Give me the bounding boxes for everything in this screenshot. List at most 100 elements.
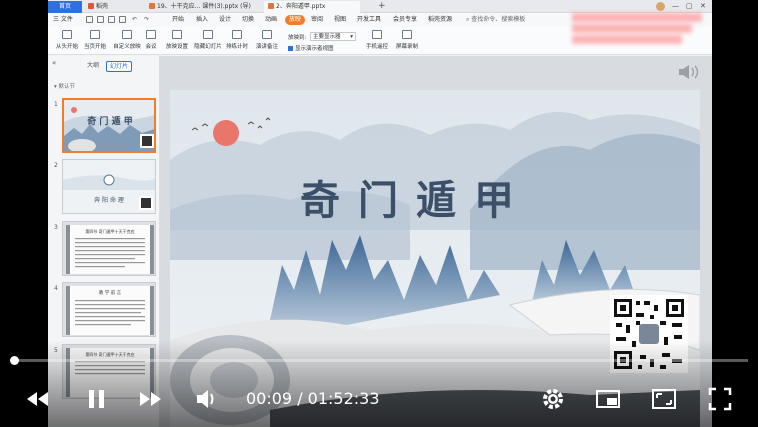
menu-transition[interactable]: 切换 — [242, 14, 254, 26]
slide-1-preview: 奇 门 遁 甲 — [64, 100, 154, 151]
presenter-view-checkbox[interactable]: 显示演示者视图 — [288, 44, 334, 52]
slide-thumbnail-3[interactable]: 第四节 奇门遁甲十天干克应 — [62, 221, 156, 276]
tab-outline[interactable]: 大纲 — [84, 61, 102, 70]
tab-home[interactable]: 首页 — [48, 1, 82, 13]
settings-small-icon — [172, 30, 182, 39]
slide-thumbnail-4[interactable]: 教 学 前 言 — [62, 282, 156, 337]
theater-icon — [652, 389, 676, 409]
tab-courseware-19-label: 19、十干克应... 课件(3).pptx (导) — [157, 3, 251, 10]
menu-design[interactable]: 设计 — [219, 14, 231, 26]
play-icon — [62, 30, 72, 39]
theater-mode-button[interactable] — [651, 386, 677, 412]
volume-icon — [197, 390, 214, 408]
maximize-icon[interactable]: ▢ — [686, 0, 693, 12]
monitor-select-value: 主要显示器 — [313, 34, 341, 40]
menu-daoke-resources[interactable]: 稻壳资源 — [428, 14, 452, 26]
menu-developer[interactable]: 开发工具 — [357, 14, 381, 26]
daoke-logo-icon — [88, 3, 94, 9]
menu-animation[interactable]: 动画 — [265, 14, 277, 26]
preview-icon[interactable] — [119, 16, 126, 23]
file-menu[interactable]: 三 文件 — [53, 14, 73, 26]
slide-2-title: 奔 阳 命 理 — [94, 196, 124, 204]
slide-3-preview: 第四节 奇门遁甲十天干克应 — [63, 222, 155, 275]
miniplayer-icon — [596, 390, 620, 408]
slide-title[interactable]: 奇门遁甲 — [300, 168, 590, 226]
seek-bar[interactable] — [10, 356, 748, 365]
volume-button[interactable] — [194, 386, 220, 412]
slide-3-title: 第四节 奇门遁甲十天干克应 — [85, 228, 134, 234]
pptx-file-icon — [268, 3, 274, 9]
forward-icon — [140, 392, 161, 406]
open-icon[interactable] — [97, 16, 104, 23]
seek-bar-knob[interactable] — [10, 356, 19, 365]
speaker-notes-button[interactable]: 演讲备注 — [250, 30, 284, 50]
redo-icon[interactable]: ↷ — [144, 14, 149, 26]
slide-2-preview: 奔 阳 命 理 — [63, 160, 155, 213]
save-icon[interactable] — [86, 16, 93, 23]
title-bar: 首页 稻壳 19、十干克应... 课件(3).pptx (导) 2、奔阳遁甲.p… — [48, 0, 712, 13]
close-icon[interactable]: ✕ — [700, 0, 706, 12]
search-icon: ⌕ — [466, 16, 470, 23]
menu-member[interactable]: 会员专享 — [393, 14, 417, 26]
phone-remote-button[interactable]: 手机遥控 — [360, 30, 394, 50]
pause-icon — [89, 390, 104, 408]
start-from-current-label: 当页开始 — [83, 44, 106, 50]
menu-slideshow[interactable]: 放映 — [285, 15, 306, 25]
menu-review[interactable]: 审阅 — [311, 14, 323, 26]
rewind-icon — [27, 392, 48, 406]
menu-insert[interactable]: 插入 — [196, 14, 208, 26]
time-separator: / — [292, 389, 308, 408]
screen-record-button[interactable]: 屏幕录制 — [390, 30, 424, 50]
player-controls-shade — [0, 340, 758, 427]
minimize-icon[interactable]: — — [672, 0, 679, 12]
blurred-watermark — [572, 24, 692, 33]
slide-1-title: 奇 门 遁 甲 — [87, 115, 132, 127]
slide-number: 3 — [54, 224, 58, 231]
current-time: 00:09 — [246, 389, 293, 408]
fullscreen-icon — [708, 387, 732, 411]
rehearse-timings-button[interactable]: 排练计时 — [220, 30, 254, 50]
start-from-current-button[interactable]: 当页开始 — [78, 30, 112, 50]
timer-icon — [232, 30, 242, 39]
video-frame: 首页 稻壳 19、十干克应... 课件(3).pptx (导) 2、奔阳遁甲.p… — [0, 0, 758, 427]
tab-qimen-pptx-label: 2、奔阳遁甲.pptx — [276, 3, 326, 10]
pause-button[interactable] — [84, 386, 110, 412]
custom-show-icon — [122, 30, 132, 39]
forward-button[interactable] — [138, 386, 164, 412]
print-icon[interactable] — [108, 16, 115, 23]
slide-thumbnail-2[interactable]: 奔 阳 命 理 — [62, 159, 156, 214]
show-settings-button[interactable]: 放映设置 — [160, 30, 194, 50]
slide-thumbnail-1[interactable]: 奇 门 遁 甲 — [62, 98, 156, 153]
phone-remote-icon — [372, 30, 382, 39]
notes-icon — [262, 30, 272, 39]
slide-number: 2 — [54, 162, 58, 169]
audio-speaker-icon[interactable] — [677, 64, 699, 84]
monitor-select[interactable]: 主要显示器 ▾ — [310, 32, 356, 41]
rewind-button[interactable] — [24, 386, 50, 412]
tab-daoke[interactable]: 稻壳 — [84, 1, 142, 13]
tab-courseware-19[interactable]: 19、十干克应... 课件(3).pptx (导) — [145, 1, 261, 13]
miniplayer-button[interactable] — [595, 386, 621, 412]
menu-start[interactable]: 开始 — [172, 14, 184, 26]
menu-view[interactable]: 视图 — [334, 14, 346, 26]
fullscreen-button[interactable] — [707, 386, 733, 412]
slide-number: 1 — [54, 101, 58, 108]
user-avatar[interactable] — [656, 2, 665, 11]
slide-number: 4 — [54, 285, 58, 292]
tab-qimen-pptx[interactable]: 2、奔阳遁甲.pptx — [264, 1, 360, 13]
collapse-panel-icon[interactable]: « — [52, 59, 56, 67]
new-tab-button[interactable]: + — [378, 0, 386, 12]
tab-slides[interactable]: 幻灯片 — [106, 61, 133, 72]
hide-slide-icon — [203, 30, 213, 39]
screen-record-icon — [402, 30, 412, 39]
settings-button[interactable] — [540, 386, 566, 412]
rehearse-timings-label: 排练计时 — [225, 44, 248, 50]
play-current-icon — [90, 30, 100, 39]
chevron-down-icon: ▾ — [350, 34, 353, 40]
blurred-watermark — [572, 35, 682, 44]
command-search-placeholder: 查找命令、搜索模板 — [471, 16, 526, 23]
command-search[interactable]: ⌕ 查找命令、搜索模板 — [466, 15, 546, 25]
undo-icon[interactable]: ↶ — [132, 14, 137, 26]
show-settings-label: 放映设置 — [165, 44, 188, 50]
speaker-notes-label: 演讲备注 — [255, 44, 278, 50]
